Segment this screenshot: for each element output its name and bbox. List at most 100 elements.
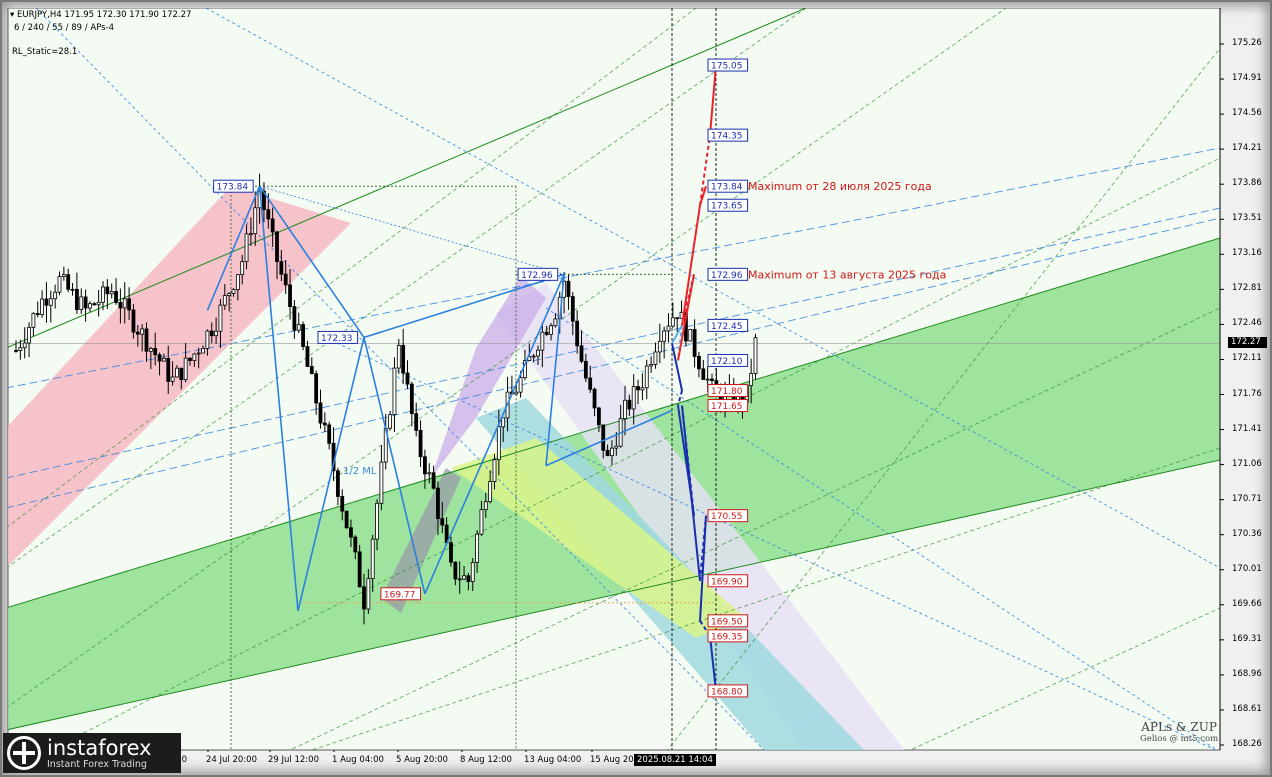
candle-body xyxy=(92,303,97,306)
candle-body xyxy=(388,414,393,429)
candle-body xyxy=(462,575,466,580)
candle-body xyxy=(631,386,636,410)
candle-body xyxy=(144,328,149,352)
symbol-label: EURJPY,H4 xyxy=(16,10,62,20)
instaforex-logo[interactable]: instaforex Instant Forex Trading xyxy=(3,733,181,773)
candle-body xyxy=(253,207,258,235)
level-up-172-45: 172.45 xyxy=(711,322,743,332)
watermark: APLs & ZUP Gelios @ mt5.com xyxy=(1140,720,1218,744)
price-tick-171-41: 171.41 xyxy=(1232,423,1262,434)
candle-body xyxy=(357,551,362,588)
logo-tagline: Instant Forex Trading xyxy=(47,758,147,770)
candle-body xyxy=(553,318,558,327)
candle-body xyxy=(201,348,205,354)
candle-body xyxy=(192,353,197,361)
candle-body xyxy=(244,233,249,263)
price-tick-172-81: 172.81 xyxy=(1232,283,1262,294)
candle-body xyxy=(705,378,710,381)
price-tick-175-26: 175.26 xyxy=(1232,38,1262,48)
candle-body xyxy=(701,368,706,380)
pattern-label-172-96: 172.96 xyxy=(521,271,553,281)
candle-body xyxy=(270,218,275,233)
level-up-172-96: 172.96 xyxy=(711,271,743,281)
candle-body xyxy=(531,355,536,358)
candle-body xyxy=(248,233,253,236)
candle-body xyxy=(375,502,379,540)
candle-body xyxy=(749,373,754,386)
candle-body xyxy=(88,303,92,309)
candle-body xyxy=(605,449,610,457)
price-chart[interactable]: 173.84 172.33 169.77 172.96 175.05 174.35 173.… xyxy=(6,8,1226,752)
time-tick-7: 13 Aug 04:00 xyxy=(524,755,582,765)
candle-body xyxy=(314,373,319,404)
candle-body xyxy=(422,456,427,475)
candle-body xyxy=(649,364,653,367)
price-tick-173-16: 173.16 xyxy=(1232,248,1262,259)
level-up-173-65: 173.65 xyxy=(711,202,743,212)
candle-body xyxy=(483,501,488,511)
logo-name: instaforex xyxy=(47,735,152,760)
price-tick-173-86: 173.86 xyxy=(1232,178,1262,189)
candle-body xyxy=(214,330,219,337)
time-tick-6: 8 Aug 12:00 xyxy=(460,755,512,765)
candle-body xyxy=(301,324,306,347)
collapse-triangle-icon[interactable]: ▾ xyxy=(10,10,14,20)
candle-body xyxy=(161,357,166,362)
candle-body xyxy=(366,578,371,610)
candle-body xyxy=(209,330,214,337)
watermark-title: APLs & ZUP xyxy=(1141,720,1217,734)
candle-body xyxy=(305,346,310,367)
candle-body xyxy=(396,344,401,369)
candle-body xyxy=(275,231,279,263)
candle-body xyxy=(627,399,632,410)
candle-body xyxy=(231,289,236,294)
candle-body xyxy=(135,331,140,335)
candle-body xyxy=(140,328,145,335)
candle-body xyxy=(127,298,131,311)
candle-body xyxy=(479,509,484,535)
candle-body xyxy=(292,306,297,331)
candle-body xyxy=(514,391,519,395)
price-tick-168-96: 168.96 xyxy=(1232,668,1262,679)
candle-body xyxy=(466,575,471,582)
candle-body xyxy=(544,331,549,335)
candle-body xyxy=(148,347,153,352)
candle-body xyxy=(53,291,58,300)
candle-body xyxy=(362,586,366,610)
candle-body xyxy=(688,329,693,342)
candle-body xyxy=(40,298,44,315)
candle-body xyxy=(670,317,675,327)
price-tick-168-26: 168.26 xyxy=(1232,739,1262,749)
level-down-171-80: 171.80 xyxy=(711,387,743,397)
candle-body xyxy=(166,357,171,382)
candle-body xyxy=(414,413,419,431)
rl-static-label: RL_Static=28.1 xyxy=(12,47,78,57)
candle-body xyxy=(753,337,758,374)
candle-body xyxy=(170,376,175,382)
candle-body xyxy=(353,536,358,553)
candle-body xyxy=(610,447,614,457)
candle-body xyxy=(83,296,88,309)
candle-body xyxy=(318,402,323,424)
indicator-settings: 6 / 240 / 55 / 89 / APs-4 xyxy=(14,23,115,33)
price-tick-170-01: 170.01 xyxy=(1232,563,1262,574)
candle-body xyxy=(309,366,314,375)
candle-body xyxy=(588,377,593,390)
candle-body xyxy=(623,399,627,420)
candle-body xyxy=(240,261,245,276)
candle-body xyxy=(27,326,31,344)
candle-body xyxy=(235,274,240,290)
chart-window: 173.84 172.33 169.77 172.96 175.05 174.35 173.… xyxy=(0,0,1272,777)
candle-body xyxy=(697,356,701,370)
candle-body xyxy=(453,561,458,580)
candle-body xyxy=(18,347,23,352)
candle-body xyxy=(340,496,345,512)
price-tick-174-56: 174.56 xyxy=(1232,108,1262,119)
candle-body xyxy=(105,286,110,295)
candle-body xyxy=(175,367,179,378)
candle-body xyxy=(22,342,27,349)
candle-body xyxy=(592,388,597,409)
candle-body xyxy=(401,344,406,374)
level-down-171-65: 171.65 xyxy=(711,402,743,412)
candle-body xyxy=(496,426,501,461)
